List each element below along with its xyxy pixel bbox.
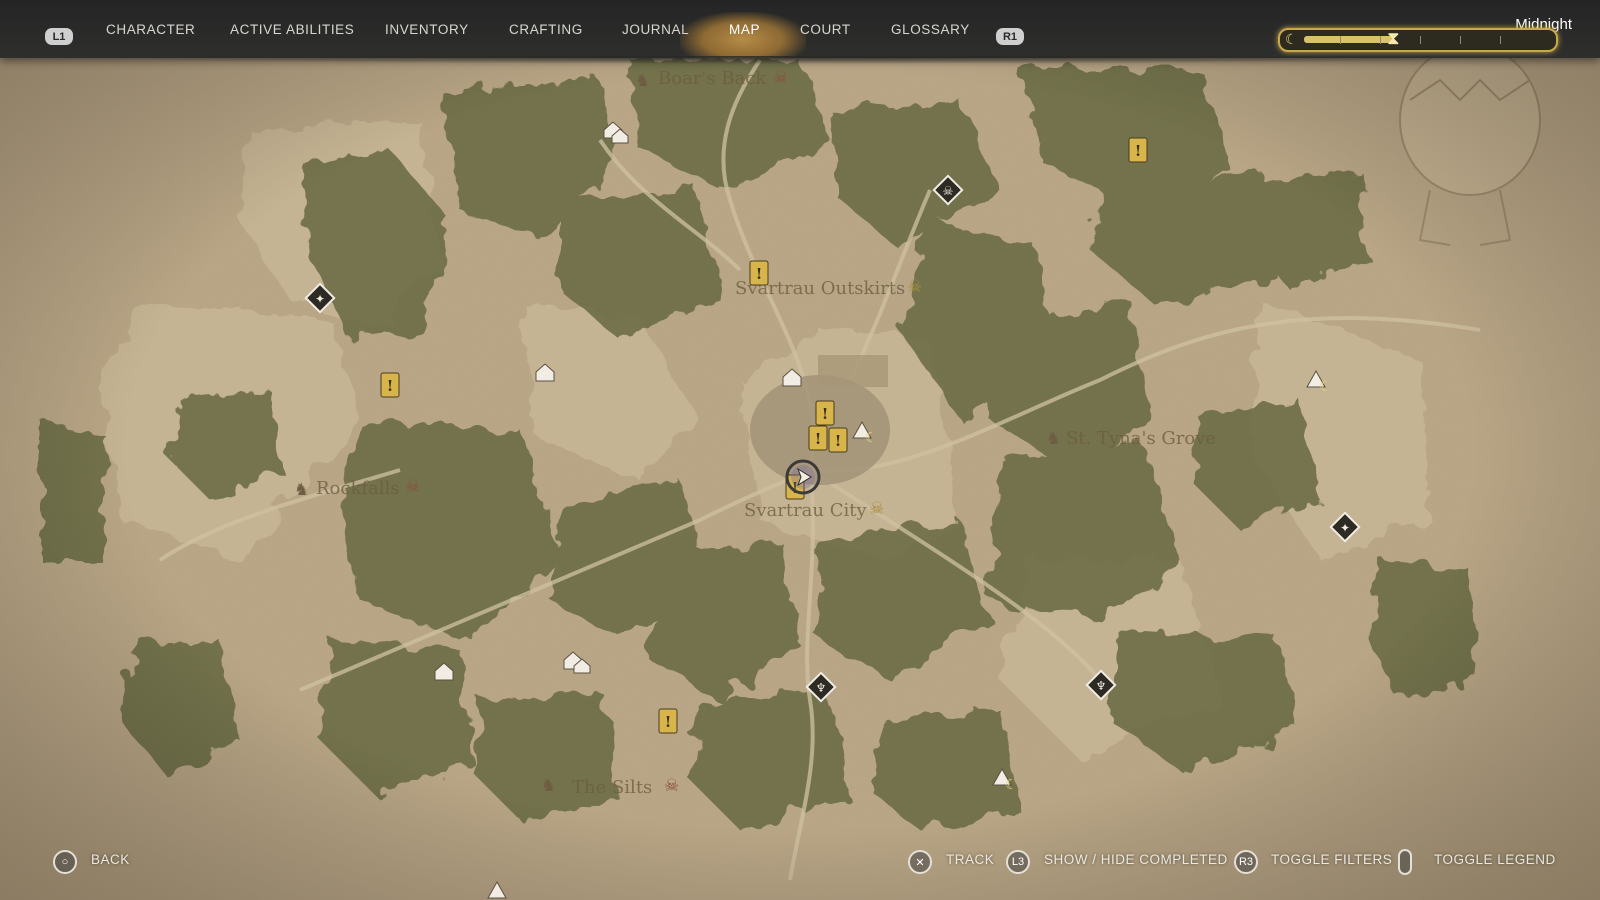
player-position-icon bbox=[785, 459, 821, 495]
circle-button-icon[interactable]: ○ bbox=[53, 850, 77, 874]
r1-button[interactable]: R1 bbox=[996, 28, 1024, 45]
track-label[interactable]: TRACK bbox=[946, 852, 994, 867]
skull-icon: ☠ bbox=[405, 477, 420, 497]
svg-text:♆: ♆ bbox=[816, 681, 827, 695]
time-of-day-bar: ☾ ⧗ bbox=[1278, 28, 1558, 52]
cross-button-icon[interactable]: ✕ bbox=[908, 850, 932, 874]
show-hide-completed-label[interactable]: SHOW / HIDE COMPLETED bbox=[1044, 852, 1228, 867]
map-vignette bbox=[0, 0, 1600, 900]
time-tick bbox=[1340, 36, 1341, 44]
svg-text:✦: ✦ bbox=[315, 292, 325, 306]
skull-icon: ☠ bbox=[869, 499, 884, 519]
quest-marker-icon[interactable]: ! bbox=[1128, 137, 1148, 163]
quest-marker-icon[interactable]: ! bbox=[658, 708, 678, 734]
tab-inventory[interactable]: INVENTORY bbox=[385, 0, 469, 58]
tab-active-abilities[interactable]: ACTIVE ABILITIES bbox=[230, 0, 354, 58]
time-tick bbox=[1380, 36, 1381, 44]
region-emblem-icon: ♞ bbox=[635, 71, 650, 91]
r3-button-icon[interactable]: R3 bbox=[1234, 850, 1258, 874]
quest-marker-icon[interactable]: ! bbox=[828, 427, 848, 453]
svg-text:✦: ✦ bbox=[1340, 521, 1350, 535]
region-emblem-icon: ♞ bbox=[541, 776, 556, 796]
region-emblem-icon: ♞ bbox=[1046, 429, 1061, 449]
svg-text:!: ! bbox=[822, 405, 829, 423]
svg-text:!: ! bbox=[815, 430, 822, 448]
quest-marker-icon[interactable]: ! bbox=[380, 372, 400, 398]
time-tick bbox=[1500, 36, 1501, 44]
svg-text:!: ! bbox=[835, 432, 842, 450]
location-label-svartrau-outskirts: Svartrau Outskirts bbox=[735, 278, 906, 299]
time-tick bbox=[1420, 36, 1421, 44]
top-navigation-bar: L1 CHARACTER ACTIVE ABILITIES INVENTORY … bbox=[0, 0, 1600, 64]
svg-text:☠: ☠ bbox=[943, 184, 954, 198]
location-label-rockfalls: Rockfalls bbox=[316, 478, 400, 499]
svg-text:!: ! bbox=[387, 377, 394, 395]
touchpad-button-icon[interactable] bbox=[1398, 849, 1412, 875]
tab-journal[interactable]: JOURNAL bbox=[622, 0, 689, 58]
skull-icon: ☠ bbox=[907, 277, 922, 297]
skull-icon: ☠ bbox=[773, 68, 788, 88]
quest-marker-icon[interactable]: ! bbox=[815, 400, 835, 426]
toggle-legend-label[interactable]: TOGGLE LEGEND bbox=[1434, 852, 1556, 867]
l3-button-icon[interactable]: L3 bbox=[1006, 850, 1030, 874]
location-label-st-tynas-grove: St. Tyna's Grove bbox=[1066, 428, 1217, 449]
toggle-filters-label[interactable]: TOGGLE FILTERS bbox=[1271, 852, 1392, 867]
svg-text:!: ! bbox=[665, 713, 672, 731]
region-emblem-icon: ♞ bbox=[294, 480, 309, 500]
svg-text:!: ! bbox=[1135, 142, 1142, 160]
location-label-boars-back: Boar's Back bbox=[658, 68, 767, 89]
tab-glossary[interactable]: GLOSSARY bbox=[891, 0, 970, 58]
quest-marker-icon[interactable]: ! bbox=[808, 425, 828, 451]
l1-button[interactable]: L1 bbox=[45, 28, 73, 45]
tab-map[interactable]: MAP bbox=[729, 0, 760, 58]
tab-court[interactable]: COURT bbox=[800, 0, 851, 58]
tab-crafting[interactable]: CRAFTING bbox=[509, 0, 583, 58]
svg-text:☾: ☾ bbox=[1319, 379, 1332, 395]
time-tick bbox=[1460, 36, 1461, 44]
svg-text:☾: ☾ bbox=[865, 430, 878, 446]
location-label-the-silts: The Silts bbox=[572, 777, 653, 798]
world-map[interactable]: ☾ ☾ ☾ ! ! ! ! ! ! ! ! ✦ ☠ ✦ ♆ ♆ ♞ ☠ ☠ ♞ … bbox=[0, 0, 1600, 900]
back-label[interactable]: BACK bbox=[91, 852, 130, 867]
skull-icon: ☠ bbox=[664, 776, 679, 796]
moon-icon: ☾ bbox=[1285, 31, 1298, 47]
hourglass-icon: ⧗ bbox=[1387, 28, 1400, 48]
svg-text:♆: ♆ bbox=[1096, 679, 1107, 693]
tab-character[interactable]: CHARACTER bbox=[106, 0, 195, 58]
location-label-svartrau-city: Svartrau City bbox=[744, 500, 867, 521]
svg-text:☾: ☾ bbox=[1005, 777, 1018, 793]
